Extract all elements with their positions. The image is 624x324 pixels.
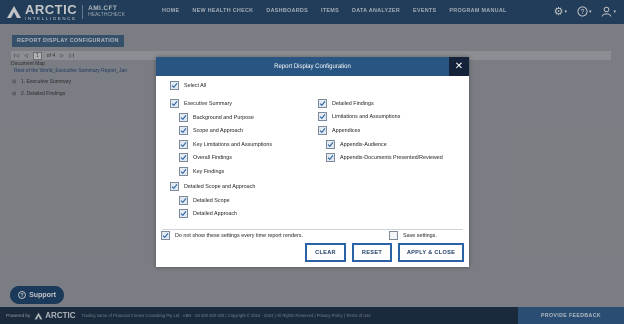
clear-button[interactable]: CLEAR xyxy=(305,243,346,262)
checkbox-appendices[interactable]: Appendices xyxy=(318,126,360,135)
checkbox-key-limitations-and-assumptions[interactable]: Key Limitations and Assumptions xyxy=(179,140,272,149)
checkbox-label: Appendix-Audience xyxy=(340,141,387,148)
checkbox-label: Appendices xyxy=(332,127,361,134)
checkbox-checked-icon xyxy=(179,113,188,122)
close-icon: ✕ xyxy=(454,61,464,72)
checkbox-detailed-findings[interactable]: Detailed Findings xyxy=(318,99,374,108)
checkbox-checked-icon xyxy=(318,126,327,135)
checkbox-unchecked-icon xyxy=(389,231,398,240)
checkbox-key-findings[interactable]: Key Findings xyxy=(179,167,224,176)
checkbox-detailed-approach[interactable]: Detailed Approach xyxy=(179,209,237,218)
checkbox-label: Key Findings xyxy=(193,168,225,175)
checkbox-limitations-and-assumptions[interactable]: Limitations and Assumptions xyxy=(318,112,400,121)
checkbox-overall-findings[interactable]: Overall Findings xyxy=(179,153,232,162)
checkbox-label: Select All xyxy=(184,82,207,89)
checkbox-label: Do not show these settings every time re… xyxy=(175,232,303,239)
checkbox-label: Executive Summary xyxy=(184,100,232,107)
checkbox-label: Detailed Approach xyxy=(193,210,238,217)
checkbox-checked-icon xyxy=(179,196,188,205)
checkbox-label: Save settings. xyxy=(403,232,437,239)
checkbox-background-and-purpose[interactable]: Background and Purpose xyxy=(179,113,254,122)
checkbox-label: Background and Purpose xyxy=(193,114,254,121)
report-display-configuration-dialog: Report Display Configuration ✕ Select Al… xyxy=(156,57,469,267)
checkbox-checked-icon xyxy=(179,209,188,218)
close-button[interactable]: ✕ xyxy=(449,57,469,76)
checkbox-checked-icon xyxy=(179,126,188,135)
checkbox-checked-icon xyxy=(179,140,188,149)
apply-and-close-button[interactable]: APPLY & CLOSE xyxy=(398,243,464,262)
dialog-divider xyxy=(162,229,463,230)
checkbox-appendix-audience[interactable]: Appendix-Audience xyxy=(326,140,387,149)
checkbox-label: Key Limitations and Assumptions xyxy=(193,141,273,148)
checkbox-checked-icon xyxy=(179,167,188,176)
checkbox-checked-icon xyxy=(326,153,335,162)
checkbox-checked-icon xyxy=(179,153,188,162)
checkbox-appendix-documents-presented-reviewed[interactable]: Appendix-Documents Presented/Reviewed xyxy=(326,153,443,162)
checkbox-label: Detailed Findings xyxy=(332,100,374,107)
checkbox-checked-icon xyxy=(318,112,327,121)
checkbox-label: Appendix-Documents Presented/Reviewed xyxy=(340,154,443,161)
dialog-title: Report Display Configuration xyxy=(274,63,351,70)
checkbox-label: Scope and Approach xyxy=(193,127,244,134)
checkbox-checked-icon xyxy=(170,99,179,108)
checkbox-detailed-scope[interactable]: Detailed Scope xyxy=(179,196,230,205)
checkbox-label: Limitations and Assumptions xyxy=(332,113,401,120)
checkbox-save-settings[interactable]: Save settings. xyxy=(389,231,437,240)
dialog-header: Report Display Configuration xyxy=(156,57,469,76)
reset-button[interactable]: RESET xyxy=(352,243,392,262)
checkbox-label: Detailed Scope and Approach xyxy=(184,183,256,190)
checkbox-label: Overall Findings xyxy=(193,154,232,161)
checkbox-checked-icon xyxy=(170,81,179,90)
checkbox-detailed-scope-and-approach[interactable]: Detailed Scope and Approach xyxy=(170,182,255,191)
checkbox-checked-icon xyxy=(318,99,327,108)
checkbox-scope-and-approach[interactable]: Scope and Approach xyxy=(179,126,243,135)
checkbox-checked-icon xyxy=(170,182,179,191)
checkbox-executive-summary[interactable]: Executive Summary xyxy=(170,99,232,108)
checkbox-select-all[interactable]: Select All xyxy=(170,81,206,90)
checkbox-label: Detailed Scope xyxy=(193,197,230,204)
checkbox-checked-icon xyxy=(326,140,335,149)
checkbox-checked-icon xyxy=(161,231,170,240)
checkbox-do-not-show-settings[interactable]: Do not show these settings every time re… xyxy=(161,231,303,240)
